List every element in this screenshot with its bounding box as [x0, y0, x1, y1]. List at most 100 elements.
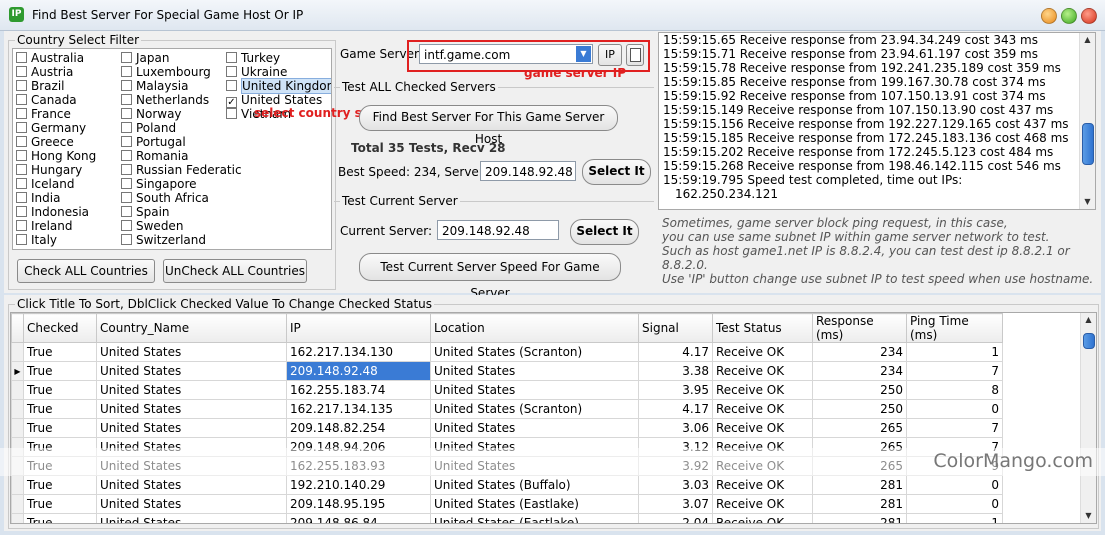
table-cell[interactable]: Receive OK — [712, 399, 813, 419]
column-header[interactable]: Test Status — [712, 313, 813, 343]
table-cell[interactable]: True — [23, 342, 97, 362]
table-cell[interactable]: 3.07 — [638, 494, 713, 514]
country-item[interactable]: Greece — [16, 135, 74, 149]
table-cell[interactable]: 250 — [812, 399, 907, 419]
table-cell[interactable]: True — [23, 513, 97, 523]
table-row[interactable]: True United States 209.148.86.84 United Sta… — [11, 513, 1003, 523]
table-cell[interactable]: 8 — [906, 380, 1003, 400]
scroll-down-icon[interactable]: ▼ — [1080, 195, 1095, 209]
table-cell[interactable]: True — [23, 361, 97, 381]
country-item[interactable]: Russian Federatic — [121, 163, 242, 177]
table-cell[interactable]: United States (Buffalo) — [430, 475, 639, 495]
table-cell[interactable]: 209.148.92.48 — [286, 361, 431, 381]
checkbox-icon[interactable] — [121, 94, 132, 105]
find-best-server-button[interactable]: Find Best Server For This Game Server Ho… — [359, 105, 618, 146]
country-item[interactable]: Turkey — [226, 51, 280, 65]
table-cell[interactable]: United States — [96, 494, 287, 514]
table-cell[interactable]: 1 — [906, 513, 1003, 523]
checkbox-icon[interactable] — [121, 220, 132, 231]
table-cell[interactable]: United States — [96, 342, 287, 362]
table-cell[interactable]: 1 — [906, 342, 1003, 362]
country-item[interactable]: Italy — [16, 233, 57, 247]
check-all-button[interactable]: Check ALL Countries — [17, 259, 155, 283]
country-list[interactable]: Australia Austria Brazil Canada France German… — [12, 48, 332, 250]
table-cell[interactable]: Receive OK — [712, 361, 813, 381]
checkbox-icon[interactable] — [121, 164, 132, 175]
checkbox-icon[interactable] — [16, 94, 27, 105]
checkbox-icon[interactable] — [226, 66, 237, 77]
best-server-field[interactable]: 209.148.92.48 — [480, 161, 576, 181]
table-cell[interactable]: United States — [430, 418, 639, 438]
table-cell[interactable]: United States (Eastlake) — [430, 513, 639, 523]
table-cell[interactable]: United States — [96, 418, 287, 438]
checkbox-icon[interactable] — [16, 192, 27, 203]
table-cell[interactable]: United States (Scranton) — [430, 342, 639, 362]
table-cell[interactable]: 281 — [812, 475, 907, 495]
country-item[interactable]: Australia — [16, 51, 84, 65]
table-cell[interactable]: United States — [96, 513, 287, 523]
current-server-field[interactable]: 209.148.92.48 — [437, 220, 559, 240]
country-item[interactable]: Iceland — [16, 177, 74, 191]
checkbox-icon[interactable] — [16, 150, 27, 161]
country-item[interactable]: Hungary — [16, 163, 82, 177]
table-cell[interactable]: 281 — [812, 513, 907, 523]
country-item[interactable]: Sweden — [121, 219, 183, 233]
checkbox-icon[interactable] — [16, 220, 27, 231]
table-cell[interactable]: United States — [96, 361, 287, 381]
row-indicator[interactable] — [11, 342, 24, 362]
checkbox-icon[interactable] — [16, 234, 27, 245]
table-row[interactable]: True United States 192.210.140.29 United St… — [11, 475, 1003, 495]
table-cell[interactable]: True — [23, 418, 97, 438]
results-grid[interactable]: Checked Country_Name IP Location Signal Test … — [10, 312, 1097, 524]
table-cell[interactable]: Receive OK — [712, 494, 813, 514]
table-cell[interactable]: Receive OK — [712, 418, 813, 438]
column-header[interactable]: Signal — [638, 313, 713, 343]
grid-scroll-thumb[interactable] — [1083, 333, 1095, 349]
checkbox-icon[interactable] — [16, 52, 27, 63]
table-cell[interactable]: 209.148.86.84 — [286, 513, 431, 523]
country-item[interactable]: Austria — [16, 65, 73, 79]
checkbox-icon[interactable] — [226, 80, 237, 91]
checkbox-icon[interactable] — [16, 178, 27, 189]
uncheck-all-button[interactable]: UnCheck ALL Countries — [163, 259, 307, 283]
select-current-server-button[interactable]: Select It — [570, 219, 639, 245]
table-cell[interactable]: 234 — [812, 361, 907, 381]
table-cell[interactable]: 3.38 — [638, 361, 713, 381]
checkbox-icon[interactable] — [121, 122, 132, 133]
scroll-up-icon[interactable]: ▲ — [1080, 33, 1095, 47]
checkbox-icon[interactable] — [16, 66, 27, 77]
row-indicator[interactable] — [11, 494, 24, 514]
country-item[interactable]: Romania — [121, 149, 188, 163]
column-header[interactable]: Ping Time (ms) — [906, 313, 1003, 343]
table-cell[interactable]: Receive OK — [712, 380, 813, 400]
table-cell[interactable]: True — [23, 475, 97, 495]
table-cell[interactable]: United States — [96, 380, 287, 400]
country-item[interactable]: Singapore — [121, 177, 197, 191]
response-log[interactable]: 15:59:15.65 Receive response from 23.94.… — [658, 32, 1096, 210]
country-item[interactable]: Ukraine — [226, 65, 287, 79]
country-item[interactable]: Hong Kong — [16, 149, 96, 163]
table-cell[interactable]: United States (Scranton) — [430, 399, 639, 419]
column-header[interactable]: IP — [286, 313, 431, 343]
table-row[interactable]: True United States 209.148.95.195 United St… — [11, 494, 1003, 514]
checkbox-icon[interactable] — [16, 80, 27, 91]
table-cell[interactable]: United States — [96, 475, 287, 495]
table-row[interactable]: True United States 162.255.183.74 United St… — [11, 380, 1003, 400]
country-item[interactable]: France — [16, 107, 71, 121]
minimize-button[interactable] — [1041, 8, 1057, 24]
table-cell[interactable]: 0 — [906, 494, 1003, 514]
checkbox-icon[interactable] — [121, 80, 132, 91]
country-item[interactable]: South Africa — [121, 191, 209, 205]
table-cell[interactable]: 162.217.134.135 — [286, 399, 431, 419]
table-cell[interactable]: Receive OK — [712, 513, 813, 523]
country-item[interactable]: Netherlands — [121, 93, 209, 107]
table-cell[interactable]: 265 — [812, 418, 907, 438]
country-item[interactable]: Malaysia — [121, 79, 188, 93]
table-cell[interactable]: United States (Eastlake) — [430, 494, 639, 514]
country-item[interactable]: Luxembourg — [121, 65, 211, 79]
country-item[interactable]: Indonesia — [16, 205, 89, 219]
close-button[interactable] — [1081, 8, 1097, 24]
table-cell[interactable]: 3.03 — [638, 475, 713, 495]
table-cell[interactable]: United States — [430, 361, 639, 381]
table-cell[interactable]: 234 — [812, 342, 907, 362]
